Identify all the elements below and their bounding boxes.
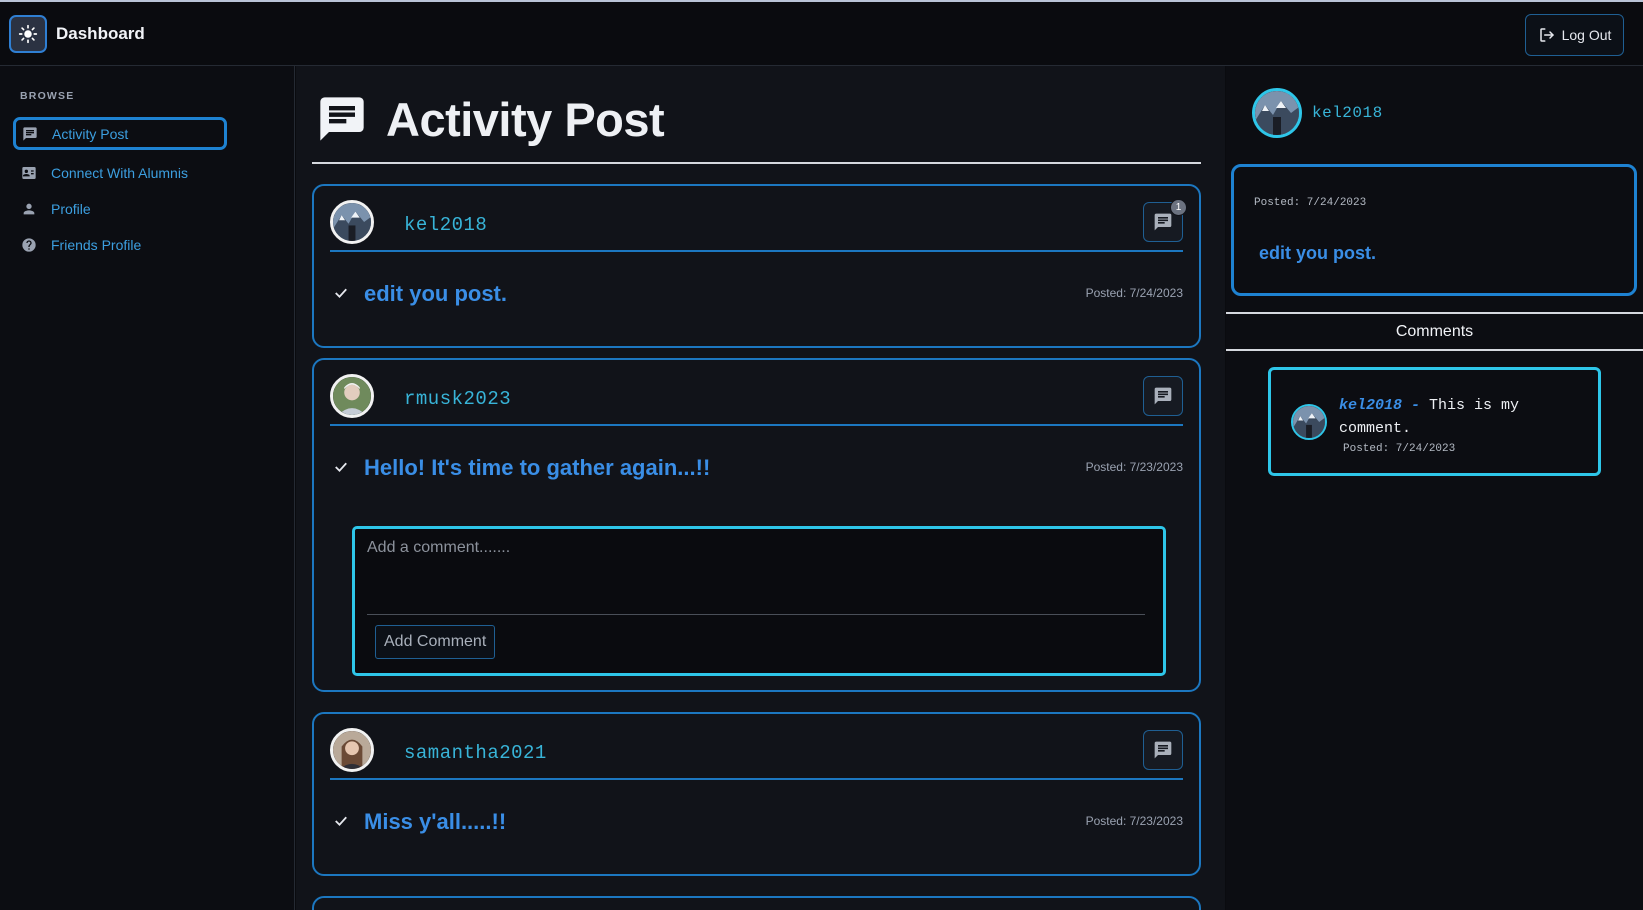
- sidebar-item-label: Profile: [51, 200, 91, 217]
- app-title: Dashboard: [56, 24, 145, 43]
- logout-button[interactable]: Log Out: [1525, 14, 1624, 56]
- message-icon: [320, 97, 364, 141]
- post-username[interactable]: rmusk2023: [404, 388, 511, 410]
- avatar[interactable]: [330, 728, 374, 772]
- post-header: samantha2021: [330, 728, 1183, 780]
- detail-post-card: Posted: 7/24/2023 edit you post.: [1231, 164, 1637, 296]
- comments-button[interactable]: [1143, 376, 1183, 416]
- post-date: Posted: 7/24/2023: [1085, 286, 1183, 300]
- post-text: Hello! It's time to gather again...!!: [364, 455, 711, 480]
- logout-icon: [1539, 28, 1554, 42]
- post-username[interactable]: kel2018: [404, 214, 487, 236]
- contact-card-icon: [21, 165, 37, 181]
- main-content: Activity Post kel2018 1 edit you post. P…: [296, 66, 1225, 910]
- detail-post-date: Posted: 7/24/2023: [1254, 197, 1367, 209]
- person-icon: [21, 201, 37, 217]
- post-date: Posted: 7/23/2023: [1085, 814, 1183, 828]
- post-date: Posted: 7/23/2023: [1085, 460, 1183, 474]
- page-title: Activity Post: [386, 92, 665, 146]
- logout-label: Log Out: [1561, 27, 1612, 43]
- comment-card: kel2018 - This is my comment. Posted: 7/…: [1268, 367, 1601, 476]
- top-bar: Dashboard Log Out: [0, 2, 1643, 66]
- comment-icon: [1154, 213, 1172, 231]
- post-username[interactable]: samantha2021: [404, 742, 547, 764]
- comment-separator: -: [1402, 397, 1430, 414]
- sidebar-item-profile[interactable]: Profile: [13, 192, 227, 225]
- sun-icon: [18, 24, 38, 44]
- check-icon: [335, 288, 347, 299]
- sidebar-item-label: Activity Post: [52, 125, 129, 142]
- sidebar-item-label: Friends Profile: [51, 236, 142, 253]
- chat-icon: [22, 126, 38, 142]
- post-header: kel2018 1: [330, 199, 1187, 252]
- post-header: rmusk2023: [330, 374, 1183, 426]
- sidebar-item-connect-with-alumnis[interactable]: Connect With Alumnis: [13, 156, 227, 189]
- add-comment-button[interactable]: Add Comment: [375, 625, 496, 659]
- comment-date: Posted: 7/24/2023: [1343, 443, 1456, 455]
- post-card: rmusk2023 Hello! It's time to gather aga…: [312, 358, 1201, 692]
- comment-body: kel2018 - This is my comment.: [1339, 394, 1589, 440]
- comment-username[interactable]: kel2018: [1339, 397, 1402, 414]
- post-card: [312, 896, 1201, 910]
- comment-icon: [1154, 741, 1172, 759]
- comments-button[interactable]: 1: [1143, 199, 1187, 242]
- avatar[interactable]: [330, 374, 374, 418]
- post-card: kel2018 1 edit you post. Posted: 7/24/20…: [312, 184, 1201, 348]
- sidebar-item-activity-post[interactable]: Activity Post: [13, 117, 227, 150]
- post-text: edit you post.: [364, 281, 507, 306]
- post-card: samantha2021 Miss y'all.....!! Posted: 7…: [312, 712, 1201, 876]
- comments-button[interactable]: [1143, 730, 1183, 770]
- comment-input[interactable]: [367, 539, 1145, 615]
- avatar[interactable]: [330, 200, 374, 244]
- check-icon: [335, 816, 347, 827]
- avatar[interactable]: [1291, 404, 1327, 440]
- detail-post-text: edit you post.: [1259, 243, 1376, 263]
- divider: [312, 162, 1201, 164]
- theme-toggle-button[interactable]: [9, 15, 47, 53]
- sidebar-section-label: BROWSE: [20, 90, 75, 102]
- post-text: Miss y'all.....!!: [364, 809, 507, 834]
- divider: [1226, 349, 1643, 351]
- comment-count-badge: 1: [1170, 199, 1187, 216]
- sidebar: BROWSE Activity Post Connect With Alumni…: [0, 66, 295, 910]
- divider: [1226, 312, 1643, 314]
- help-circle-icon: [21, 237, 37, 253]
- comment-icon: [1154, 387, 1172, 405]
- sidebar-item-label: Connect With Alumnis: [51, 164, 188, 181]
- post-detail-panel: kel2018 Posted: 7/24/2023 edit you post.…: [1226, 66, 1643, 910]
- page-header: Activity Post: [316, 84, 665, 154]
- avatar[interactable]: [1252, 88, 1302, 138]
- check-icon: [335, 462, 347, 473]
- detail-username[interactable]: kel2018: [1312, 104, 1383, 122]
- sidebar-item-friends-profile[interactable]: Friends Profile: [13, 228, 227, 261]
- comment-form: Add Comment: [352, 526, 1166, 676]
- comments-heading: Comments: [1395, 323, 1474, 340]
